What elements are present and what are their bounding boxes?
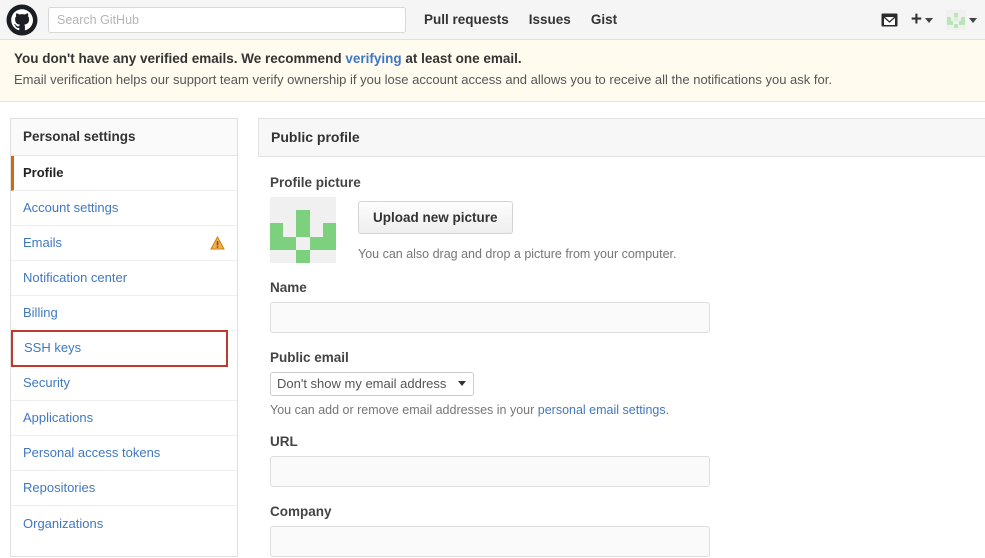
sidebar-item-label: SSH keys	[24, 340, 82, 355]
sidebar-item-label: Security	[23, 375, 70, 390]
banner-text-before: You don't have any verified emails. We r…	[14, 51, 346, 66]
notifications-inbox-icon[interactable]	[881, 13, 898, 27]
identicon-cell	[296, 237, 309, 250]
sidebar-item-label: Notification center	[23, 270, 128, 285]
email-verification-banner: You don't have any verified emails. We r…	[0, 40, 985, 102]
identicon-cell	[310, 197, 323, 210]
identicon-avatar[interactable]	[270, 197, 336, 263]
warning-triangle-icon	[210, 235, 225, 250]
url-input[interactable]	[270, 456, 710, 487]
sidebar-item-organizations[interactable]: Organizations	[11, 506, 237, 541]
identicon-cell	[323, 210, 336, 223]
chevron-down-icon	[925, 17, 933, 23]
identicon-cell	[309, 236, 323, 250]
chevron-down-icon	[458, 381, 467, 386]
upload-new-picture-button[interactable]: Upload new picture	[358, 201, 513, 234]
public-email-selected-value: Don't show my email address	[277, 376, 447, 391]
avatar[interactable]	[946, 10, 977, 30]
identicon-cell	[270, 197, 283, 210]
identicon-cell	[270, 223, 284, 237]
sidebar-item-label: Organizations	[23, 515, 104, 531]
profile-picture-label: Profile picture	[270, 175, 361, 190]
name-label: Name	[270, 280, 307, 295]
main-panel: Public profile Profile picture Upload ne…	[258, 118, 985, 557]
name-input[interactable]	[270, 302, 710, 333]
banner-text-after: at least one email.	[401, 51, 522, 66]
sidebar-item-repositories[interactable]: Repositories	[11, 471, 237, 506]
drag-drop-hint: You can also drag and drop a picture fro…	[358, 247, 677, 261]
search-input[interactable]	[48, 6, 406, 33]
identicon-cell	[296, 210, 310, 224]
site-header: Pull requests Issues Gist +	[0, 0, 985, 40]
identicon-cell	[322, 236, 336, 250]
nav-pull-requests[interactable]: Pull requests	[424, 12, 509, 27]
identicon-cell	[283, 250, 296, 263]
company-block: Company	[270, 504, 971, 557]
name-block: Name	[270, 280, 971, 333]
nav-gist[interactable]: Gist	[591, 12, 617, 27]
profile-form: Profile picture Upload new picture You c…	[258, 157, 985, 557]
sidebar-item-profile[interactable]: Profile	[11, 156, 237, 191]
settings-sidebar: Personal settings Profile Account settin…	[10, 118, 238, 557]
user-avatar-icon	[946, 10, 966, 30]
sidebar-item-applications[interactable]: Applications	[11, 401, 237, 436]
identicon-cell	[322, 223, 336, 237]
header-nav: Pull requests Issues Gist	[424, 12, 617, 27]
sidebar-item-billing[interactable]: Billing	[11, 296, 237, 331]
url-label: URL	[270, 434, 298, 449]
github-octocat-logo[interactable]	[6, 4, 38, 36]
identicon-cell	[270, 250, 283, 263]
identicon-cell	[310, 250, 323, 263]
identicon-cell	[283, 223, 296, 236]
identicon-cell	[296, 223, 310, 237]
identicon-cell	[310, 210, 323, 223]
sidebar-item-label: Applications	[23, 410, 94, 425]
sidebar-item-emails[interactable]: Emails	[11, 226, 237, 261]
identicon-cell	[283, 197, 296, 210]
identicon-cell	[283, 236, 297, 250]
sidebar-item-label: Repositories	[23, 480, 96, 495]
sidebar-item-security[interactable]: Security	[11, 366, 237, 401]
banner-subtext: Email verification helps our support tea…	[14, 72, 832, 87]
identicon-cell	[323, 197, 336, 210]
sidebar-item-account-settings[interactable]: Account settings	[11, 191, 237, 226]
sidebar-item-label: Account settings	[23, 200, 119, 215]
public-email-select[interactable]: Don't show my email address	[270, 372, 475, 396]
sidebar-item-label: Emails	[23, 235, 63, 250]
sidebar-item-notification-center[interactable]: Notification center	[11, 261, 237, 296]
identicon-cell	[310, 223, 323, 236]
sidebar-item-label: Personal access tokens	[23, 445, 161, 460]
identicon-cell	[270, 210, 283, 223]
sidebar-item-personal-access-tokens[interactable]: Personal access tokens	[11, 436, 237, 471]
verifying-link[interactable]: verifying	[345, 51, 401, 66]
public-email-block: Public email Don't show my email address…	[270, 350, 971, 417]
header-actions: +	[881, 0, 977, 40]
personal-email-settings-link[interactable]: personal email settings	[538, 403, 666, 417]
company-input[interactable]	[270, 526, 710, 557]
banner-headline: You don't have any verified emails. We r…	[14, 49, 971, 69]
chevron-down-icon	[969, 17, 977, 23]
sidebar-item-label: Billing	[23, 305, 58, 320]
public-email-hint: You can add or remove email addresses in…	[270, 403, 670, 417]
page-body: Personal settings Profile Account settin…	[0, 102, 985, 557]
url-block: URL	[270, 434, 971, 487]
identicon-cell	[283, 210, 296, 223]
company-label: Company	[270, 504, 332, 519]
identicon-cell	[296, 197, 309, 210]
identicon-cell	[270, 236, 284, 250]
nav-issues[interactable]: Issues	[529, 12, 571, 27]
page-title: Public profile	[258, 118, 985, 157]
identicon-cell	[296, 249, 310, 263]
plus-icon[interactable]: +	[911, 10, 933, 29]
sidebar-item-label: Profile	[23, 165, 64, 180]
public-email-label: Public email	[270, 350, 349, 365]
identicon-cell	[323, 250, 336, 263]
sidebar-item-ssh-keys[interactable]: SSH keys	[11, 330, 228, 367]
sidebar-title: Personal settings	[11, 119, 237, 156]
profile-picture-row: Upload new picture You can also drag and…	[270, 197, 971, 263]
